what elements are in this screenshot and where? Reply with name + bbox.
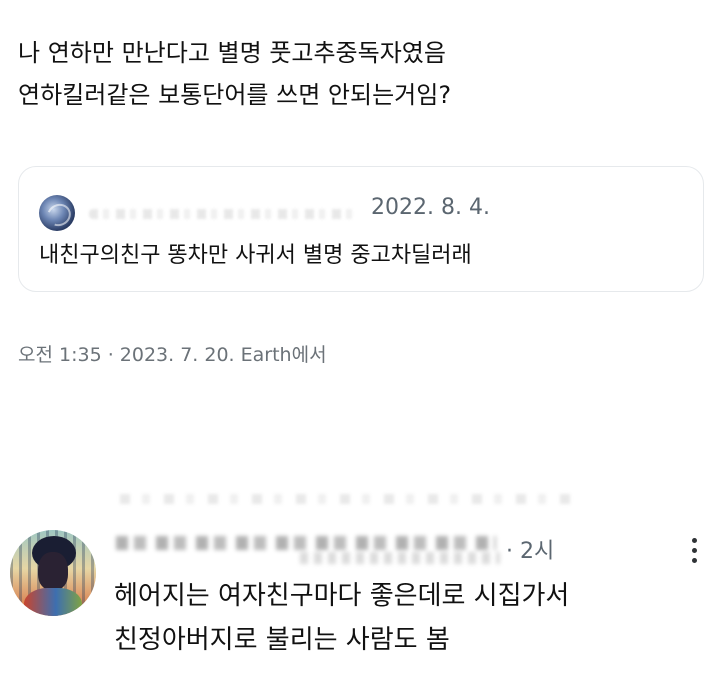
more-dot: [691, 547, 697, 553]
avatar-face: [38, 552, 68, 590]
post-line-1: 나 연하만 만난다고 별명 풋고추중독자였음: [18, 39, 446, 67]
reply-user-name-redacted: [116, 536, 496, 550]
quoted-user-name-redacted: [89, 209, 359, 219]
avatar-body: [24, 588, 82, 616]
quoted-tweet-card[interactable]: 2022. 8. 4. 내친구의친구 똥차만 사귀서 별명 중고차딜러래: [18, 166, 704, 292]
post-line-2: 연하킬러같은 보통단어를 쓰면 안되는거임?: [18, 81, 452, 109]
reply-line-2: 친정아버지로 불리는 사람도 봄: [114, 625, 450, 655]
more-dot: [691, 537, 697, 543]
more-dot: [691, 557, 697, 563]
quoted-user-avatar[interactable]: [39, 195, 75, 231]
more-options-icon[interactable]: [684, 530, 704, 570]
quoted-tweet-text: 내친구의친구 똥차만 사귀서 별명 중고차딜러래: [39, 243, 472, 268]
reply-user-avatar[interactable]: [10, 530, 96, 616]
reply-text: 헤어지는 여자친구마다 좋은데로 시집가서 친정아버지로 불리는 사람도 봄: [114, 574, 569, 662]
reply-line-1: 헤어지는 여자친구마다 좋은데로 시집가서: [114, 581, 570, 611]
post-text: 나 연하만 만난다고 별명 풋고추중독자였음 연하킬러같은 보통단어를 쓰면 안…: [18, 32, 698, 116]
post-timestamp[interactable]: 오전 1:35 · 2023. 7. 20. Earth에서: [18, 340, 327, 367]
reply-time: · 2시: [506, 539, 555, 564]
redacted-region: [120, 494, 580, 504]
quoted-tweet-date: 2022. 8. 4.: [371, 195, 490, 220]
reply-user-handle-redacted: [300, 552, 500, 564]
